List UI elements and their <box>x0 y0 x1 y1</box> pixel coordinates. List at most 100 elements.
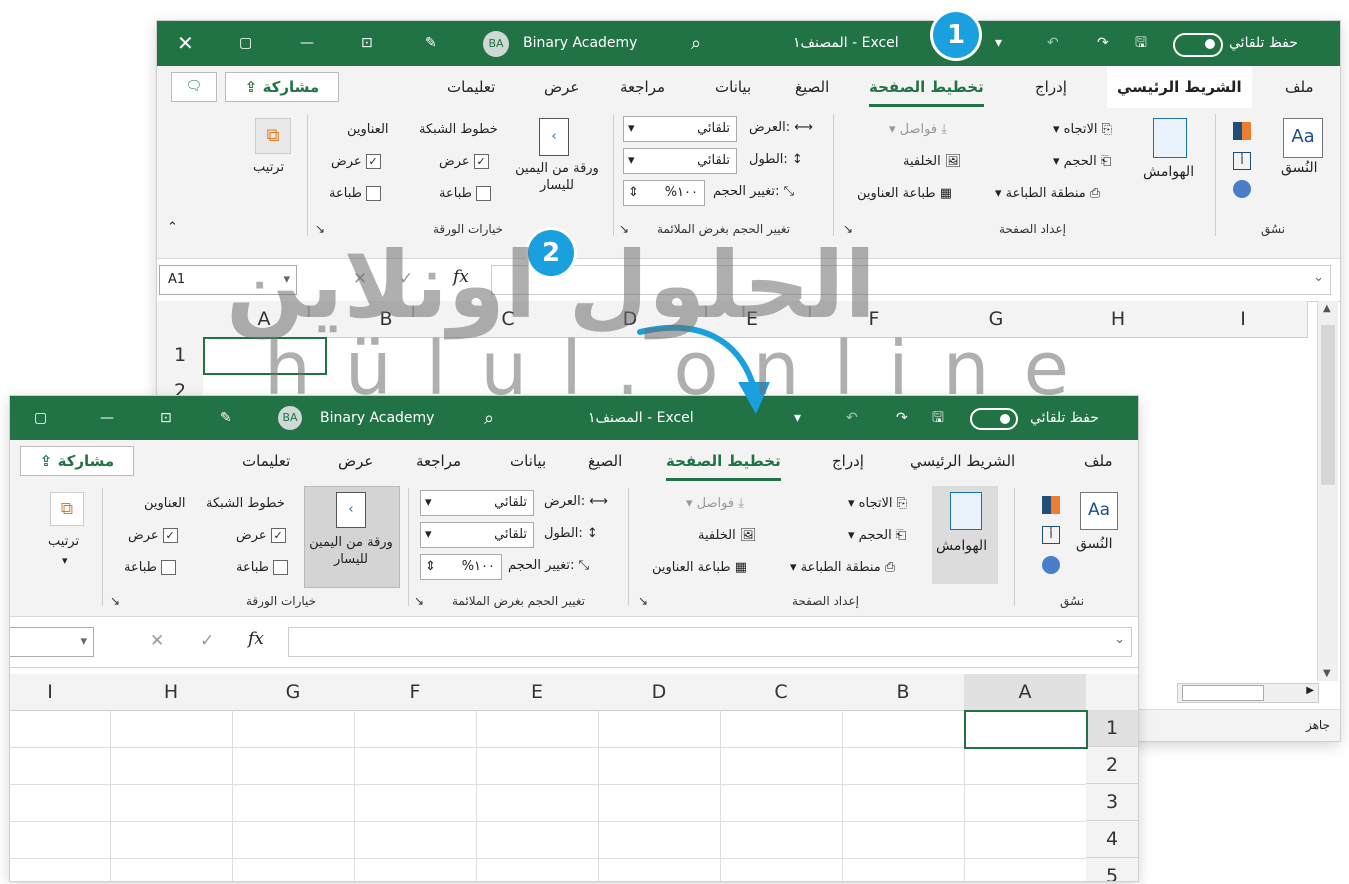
orientation-button[interactable]: ▾ الاتجاه ⎘ <box>848 496 907 511</box>
arrange-icon[interactable]: ⧉ <box>50 492 84 526</box>
height-select[interactable]: ▾ تلقائي <box>420 522 534 548</box>
tab-review[interactable]: مراجعة <box>416 440 461 482</box>
margins-icon[interactable] <box>1153 118 1187 158</box>
tab-review[interactable]: مراجعة <box>620 66 665 108</box>
arrange-label[interactable]: ترتيب <box>48 534 79 549</box>
enter-icon[interactable]: ✓ <box>200 631 214 651</box>
page-setup-launcher-icon[interactable]: ↘ <box>638 594 648 608</box>
tab-formulas[interactable]: الصيغ <box>795 66 829 108</box>
gridlines-print-checkbox[interactable]: طباعة <box>439 186 491 201</box>
margins-label[interactable]: الهوامش <box>936 538 987 554</box>
qat-more-icon[interactable]: ▾ <box>995 21 1002 66</box>
print-area-button[interactable]: ▾ منطقة الطباعة ⎙ <box>790 560 895 575</box>
margins-icon[interactable] <box>950 492 982 530</box>
tab-insert[interactable]: إدراج <box>832 440 864 482</box>
designer-icon[interactable]: ✎ <box>220 396 232 441</box>
undo-icon[interactable]: ↶ <box>1047 21 1059 66</box>
share-button[interactable]: ⇪ مشاركة <box>20 446 134 476</box>
background-button[interactable]: الخلفية 🖼 <box>903 154 961 169</box>
headings-view-checkbox[interactable]: عرض ✓ <box>331 154 381 169</box>
themes-icon[interactable]: Aa <box>1283 118 1323 158</box>
column-header[interactable]: I <box>1179 301 1308 338</box>
tab-page-layout[interactable]: تخطيط الصفحة <box>869 66 984 107</box>
row-header[interactable]: 4 <box>1086 821 1138 858</box>
avatar[interactable]: BA <box>483 31 509 57</box>
fx-icon[interactable]: fx <box>248 629 264 649</box>
column-header[interactable]: D <box>598 674 721 711</box>
column-header[interactable]: I <box>10 674 111 711</box>
print-titles-button[interactable]: طباعة العناوين ▦ <box>652 560 747 575</box>
tab-file[interactable]: ملف <box>1084 440 1113 482</box>
column-header[interactable]: A <box>964 674 1087 711</box>
ribbon-display-icon[interactable]: ⊡ <box>160 396 172 441</box>
share-button[interactable]: ⇪ مشاركة <box>225 72 339 102</box>
row-header[interactable]: 1 <box>157 337 203 374</box>
orientation-button[interactable]: ▾ الاتجاه ⎘ <box>1053 122 1112 137</box>
print-titles-button[interactable]: طباعة العناوين ▦ <box>857 186 952 201</box>
width-select[interactable]: ▾ تلقائي <box>420 490 534 516</box>
formula-input[interactable]: ⌄ <box>288 627 1132 657</box>
column-header[interactable]: E <box>476 674 599 711</box>
gridlines-view-checkbox[interactable]: عرض ✓ <box>236 528 286 543</box>
sheet-options-launcher-icon[interactable]: ↘ <box>110 594 120 608</box>
arrange-dropdown-icon[interactable]: ▾ <box>62 554 68 567</box>
tab-insert[interactable]: إدراج <box>1035 66 1067 108</box>
scale-launcher-icon[interactable]: ↘ <box>414 594 424 608</box>
tab-data[interactable]: بيانات <box>510 440 546 482</box>
vertical-scrollbar[interactable]: ▲ ▼ <box>1317 301 1338 681</box>
fonts-icon[interactable]: أ <box>1042 526 1060 544</box>
tab-page-layout[interactable]: تخطيط الصفحة <box>666 440 781 481</box>
size-button[interactable]: ▾ الحجم ⎗ <box>848 528 906 543</box>
minimize-icon[interactable]: — <box>100 396 114 441</box>
breaks-button[interactable]: ▾ فواصل ⤓ <box>889 122 947 137</box>
colors-icon[interactable] <box>1042 496 1060 514</box>
row-header[interactable]: 3 <box>1086 784 1138 821</box>
breaks-button[interactable]: ▾ فواصل ⤓ <box>686 496 744 511</box>
headings-view-checkbox[interactable]: عرض ✓ <box>128 528 178 543</box>
comments-button[interactable]: 🗨 <box>171 72 217 102</box>
sheet-rtl-label[interactable]: ورقة من اليمين لليسار <box>509 160 605 194</box>
column-header[interactable]: H <box>110 674 233 711</box>
column-header[interactable]: B <box>842 674 965 711</box>
arrange-icon[interactable]: ⧉ <box>255 118 291 154</box>
gridlines-print-checkbox[interactable]: طباعة <box>236 560 288 575</box>
search-icon[interactable]: ⌕ <box>691 21 701 66</box>
headings-print-checkbox[interactable]: طباعة <box>329 186 381 201</box>
tab-formulas[interactable]: الصيغ <box>588 440 622 482</box>
horizontal-scrollbar[interactable]: ▶ <box>1177 683 1319 703</box>
headings-print-checkbox[interactable]: طباعة <box>124 560 176 575</box>
themes-label[interactable]: النُسق <box>1076 536 1113 552</box>
restore-icon[interactable]: ▢ <box>34 396 47 441</box>
restore-icon[interactable]: ▢ <box>239 21 252 66</box>
autosave-toggle[interactable] <box>1173 33 1223 57</box>
account-name[interactable]: Binary Academy <box>523 21 637 66</box>
arrange-label[interactable]: ترتيب <box>253 160 284 175</box>
fonts-icon[interactable]: أ <box>1233 152 1251 170</box>
background-button[interactable]: الخلفية 🖼 <box>698 528 756 543</box>
tab-data[interactable]: بيانات <box>715 66 751 108</box>
ribbon-display-icon[interactable]: ⊡ <box>361 21 373 66</box>
designer-icon[interactable]: ✎ <box>425 21 437 66</box>
scale-spinner[interactable]: ⇕ %١٠٠ <box>420 554 502 580</box>
height-select[interactable]: ▾ تلقائي <box>623 148 737 174</box>
tab-file[interactable]: ملف <box>1285 66 1314 108</box>
print-area-button[interactable]: ▾ منطقة الطباعة ⎙ <box>995 186 1100 201</box>
colors-icon[interactable] <box>1233 122 1251 140</box>
themes-label[interactable]: النُسق <box>1281 160 1318 176</box>
minimize-icon[interactable]: — <box>300 21 314 66</box>
sheet-rtl-icon[interactable]: ‹ <box>336 492 366 528</box>
sheet-rtl-label[interactable]: ورقة من اليمين لليسار <box>302 534 400 568</box>
tab-home[interactable]: الشريط الرئيسي <box>1107 66 1252 108</box>
column-header[interactable]: C <box>720 674 843 711</box>
themes-icon[interactable]: Aa <box>1080 492 1118 530</box>
cancel-icon[interactable]: ✕ <box>150 631 164 651</box>
row-header[interactable]: 1 <box>1086 710 1138 747</box>
select-all-corner[interactable] <box>1086 674 1138 711</box>
scale-spinner[interactable]: ⇕ %١٠٠ <box>623 180 705 206</box>
sheet-rtl-icon[interactable]: ‹ <box>539 118 569 156</box>
row-header[interactable]: 5 <box>1086 858 1138 881</box>
redo-icon[interactable]: ↷ <box>1097 21 1109 66</box>
size-button[interactable]: ▾ الحجم ⎗ <box>1053 154 1111 169</box>
tab-view[interactable]: عرض <box>544 66 579 108</box>
effects-icon[interactable] <box>1233 180 1251 198</box>
